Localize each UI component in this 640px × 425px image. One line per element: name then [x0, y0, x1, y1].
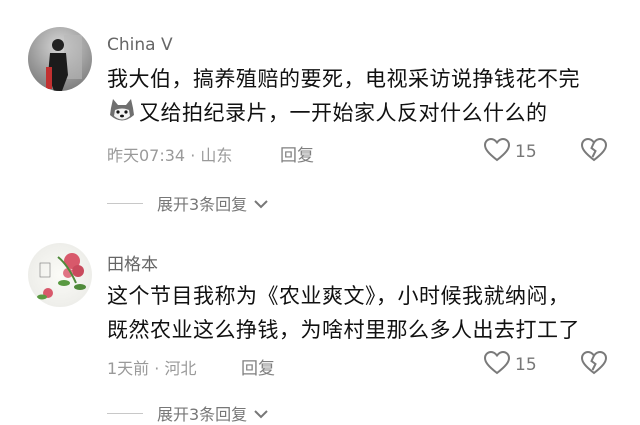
chevron-down-icon: [253, 404, 269, 423]
broken-heart-icon: [580, 350, 608, 380]
comment-item: China V 我大伯，搞养殖赔的要死，电视采访说挣钱花不完 又给拍纪录片，一开…: [0, 0, 640, 230]
comment-line-2: 既然农业这么挣钱，为啥村里那么多人出去打工了: [107, 318, 580, 342]
comment-meta: 昨天07:34 · 山东: [107, 146, 233, 165]
like-count: 15: [515, 142, 537, 162]
avatar[interactable]: [28, 27, 92, 91]
username[interactable]: China V: [107, 35, 173, 55]
comment-text: 这个节目我称为《农业爽文》，小时候我就纳闷， 既然农业这么挣钱，为啥村里那么多人…: [107, 279, 627, 347]
heart-outline-icon: [483, 137, 511, 167]
comment-item: 田格本 这个节目我称为《农业爽文》，小时候我就纳闷， 既然农业这么挣钱，为啥村里…: [0, 230, 640, 424]
dislike-button[interactable]: [580, 350, 608, 380]
expand-replies-label: 展开3条回复: [157, 405, 248, 424]
husky-dog-emoji: [107, 98, 137, 124]
dislike-button[interactable]: [580, 137, 608, 167]
heart-outline-icon: [483, 350, 511, 380]
comment-line: 我大伯，搞养殖赔的要死，电视采访说挣钱花不完: [107, 67, 580, 91]
expand-replies-label: 展开3条回复: [157, 195, 248, 214]
comment-line-2: 又给拍纪录片，一开始家人反对什么什么的: [107, 96, 627, 130]
chevron-down-icon: [253, 194, 269, 213]
expand-replies[interactable]: 展开3条回复: [107, 401, 269, 425]
reply-button[interactable]: 回复: [280, 141, 314, 166]
avatar[interactable]: [28, 243, 92, 307]
comment-line-text: 又给拍纪录片，一开始家人反对什么什么的: [139, 101, 548, 125]
expand-replies[interactable]: 展开3条回复: [107, 191, 269, 215]
like-button[interactable]: 15: [483, 137, 537, 167]
broken-heart-icon: [580, 137, 608, 167]
username[interactable]: 田格本: [107, 250, 158, 275]
divider: [107, 412, 143, 414]
divider: [107, 202, 143, 204]
comment-text: 我大伯，搞养殖赔的要死，电视采访说挣钱花不完 又给拍纪录片，一开始家人反对什么什…: [107, 62, 627, 130]
comment-line: 这个节目我称为《农业爽文》，小时候我就纳闷，: [107, 284, 570, 308]
like-button[interactable]: 15: [483, 350, 537, 380]
comment-meta: 1天前 · 河北: [107, 359, 197, 378]
like-count: 15: [515, 355, 537, 375]
reply-button[interactable]: 回复: [241, 354, 275, 379]
